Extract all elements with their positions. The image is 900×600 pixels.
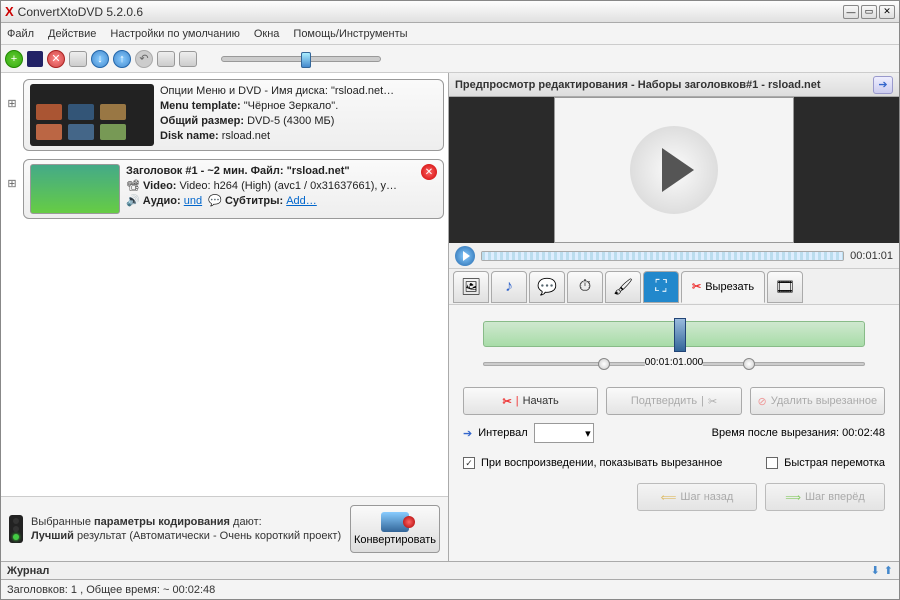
play-overlay-button[interactable] xyxy=(630,126,718,214)
interval-combo[interactable]: ▾ xyxy=(534,423,594,443)
tab-subtitle[interactable]: 💬 xyxy=(529,271,565,303)
up-button[interactable]: ↑ xyxy=(113,50,131,68)
audio-link[interactable]: und xyxy=(184,195,202,207)
tab-cut[interactable]: ✂Вырезать xyxy=(681,271,765,303)
tab-audio[interactable]: ♪ xyxy=(491,271,527,303)
cut-confirm-button[interactable]: Подтвердить | ✂ xyxy=(606,387,741,415)
cut-start-button[interactable]: ✂ | Начать xyxy=(463,387,598,415)
dvd-options-line: Опции Меню и DVD - Имя диска: "rsload.ne… xyxy=(160,84,437,99)
arrow-back-icon: ⟸ xyxy=(661,491,677,504)
step-back-button[interactable]: ⟸ Шаг назад xyxy=(637,483,757,511)
position-slider[interactable]: 00:01:01.000 xyxy=(483,357,865,371)
window-title: ConvertXtoDVD 5.2.0.6 xyxy=(18,5,843,19)
save-button[interactable] xyxy=(27,51,43,67)
project-tree: ⊞ Опции Меню и DVD - Имя диска: "rsload.… xyxy=(1,73,448,496)
chevron-down-icon: ▾ xyxy=(585,427,591,440)
time-after-label: Время после вырезания: 00:02:48 xyxy=(712,427,885,439)
preview-header: Предпросмотр редактирования - Наборы заг… xyxy=(455,79,873,91)
remove-title-button[interactable]: ✕ xyxy=(421,164,437,180)
maximize-button[interactable]: ▭ xyxy=(861,5,877,19)
encoding-info: Выбранные параметры кодирования дают: Лу… xyxy=(1,496,448,561)
scissors-icon: ✂ xyxy=(692,280,701,293)
screen-icon[interactable] xyxy=(179,51,197,67)
convert-icon xyxy=(381,512,409,532)
statusbar: Заголовков: 1 , Общее время: ~ 00:02:48 xyxy=(1,579,899,599)
arrow-forward-icon: ⟹ xyxy=(785,491,801,504)
convert-button[interactable]: Конвертировать xyxy=(350,505,440,553)
position-label: 00:01:01.000 xyxy=(645,357,703,368)
menubar: Файл Действие Настройки по умолчанию Окн… xyxy=(1,23,899,45)
next-preview-button[interactable]: ➔ xyxy=(873,76,893,94)
down-button[interactable]: ↓ xyxy=(91,50,109,68)
timeline-marker[interactable] xyxy=(674,318,686,352)
cut-delete-button[interactable]: ⊘ Удалить вырезанное xyxy=(750,387,885,415)
merge-icon[interactable] xyxy=(69,51,87,67)
menu-help[interactable]: Помощь/Инструменты xyxy=(293,28,407,40)
tab-image[interactable]: 🖼 xyxy=(453,271,489,303)
quality-light-icon xyxy=(9,515,23,543)
toolbar: + ✕ ↓ ↑ ↶ xyxy=(1,45,899,73)
scissors-icon: ✂ xyxy=(503,395,512,408)
app-logo-icon: X xyxy=(5,4,14,19)
expand-title1-icon[interactable]: ⊞ xyxy=(5,177,19,190)
menu-thumbnail xyxy=(30,84,154,146)
list-icon[interactable] xyxy=(157,51,175,67)
journal-bar[interactable]: Журнал ⬇ ⬆ xyxy=(1,561,899,579)
minimize-button[interactable]: — xyxy=(843,5,859,19)
tab-video[interactable]: 🎞 xyxy=(767,271,803,303)
play-button[interactable] xyxy=(455,246,475,266)
expand-dvd-icon[interactable]: ⊞ xyxy=(5,97,19,110)
cut-panel: 00:01:01.000 ✂ | Начать Подтвердить | ✂ … xyxy=(449,305,899,561)
title1-thumbnail xyxy=(30,164,120,214)
show-cut-checkbox[interactable]: ✓ xyxy=(463,457,475,469)
zoom-slider[interactable] xyxy=(221,56,381,62)
undo-icon[interactable]: ↶ xyxy=(135,50,153,68)
title1-card[interactable]: Заголовок #1 - ~2 мин. Файл: "rsload.net… xyxy=(23,159,444,219)
subtitle-add-link[interactable]: Add… xyxy=(286,195,317,207)
tab-crop[interactable]: ⛶ xyxy=(643,271,679,303)
preview-area xyxy=(449,97,899,243)
fast-seek-checkbox[interactable] xyxy=(766,457,778,469)
progress-bar[interactable] xyxy=(481,251,844,261)
edit-tabs: 🖼 ♪ 💬 ⏱ 🖌 ⛶ ✂Вырезать 🎞 xyxy=(449,269,899,305)
show-cut-label: При воспроизведении, показывать вырезанн… xyxy=(481,457,722,469)
tab-chapters[interactable]: ⏱ xyxy=(567,271,603,303)
fast-seek-label: Быстрая перемотка xyxy=(784,457,885,469)
menu-action[interactable]: Действие xyxy=(48,28,96,40)
menu-defaults[interactable]: Настройки по умолчанию xyxy=(110,28,239,40)
tab-effects[interactable]: 🖌 xyxy=(605,271,641,303)
add-button[interactable]: + xyxy=(5,50,23,68)
titlebar: X ConvertXtoDVD 5.2.0.6 — ▭ ✕ xyxy=(1,1,899,23)
journal-up-icon[interactable]: ⬆ xyxy=(884,564,893,577)
cut-timeline[interactable] xyxy=(483,321,865,347)
step-forward-button[interactable]: ⟹ Шаг вперёд xyxy=(765,483,885,511)
arrow-right-icon: ➔ xyxy=(463,427,472,440)
close-button[interactable]: ✕ xyxy=(879,5,895,19)
journal-down-icon[interactable]: ⬇ xyxy=(871,564,880,577)
dvd-options-card[interactable]: Опции Меню и DVD - Имя диска: "rsload.ne… xyxy=(23,79,444,151)
playback-time: 00:01:01 xyxy=(850,250,893,262)
menu-windows[interactable]: Окна xyxy=(254,28,280,40)
interval-label: Интервал xyxy=(478,427,527,439)
remove-button[interactable]: ✕ xyxy=(47,50,65,68)
menu-file[interactable]: Файл xyxy=(7,28,34,40)
